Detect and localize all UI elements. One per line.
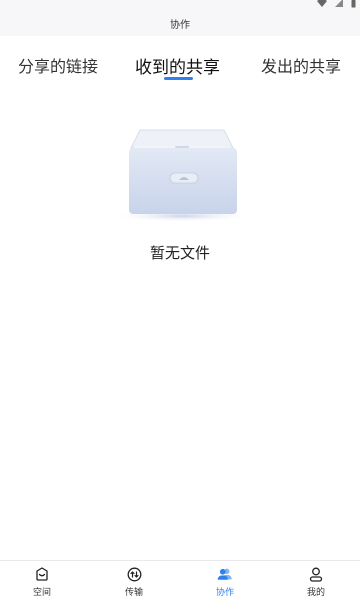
transfer-icon [126,566,142,582]
tab-shared-links[interactable]: 分享的链接 [18,53,98,77]
nav-item-transfer[interactable]: 传输 [104,566,164,600]
nav-label-profile: 我的 [306,588,325,598]
user-icon [308,566,324,582]
empty-box-icon [110,129,254,222]
tab-bar: 分享的链接 收到的共享 发出的共享 [0,46,360,86]
nav-item-profile[interactable]: 我的 [286,566,346,600]
bottom-navigation: 空间 传输 协作 我的 [0,560,360,600]
status-icons [317,0,356,8]
wifi-icon [317,0,327,7]
app-header: 协作 [0,8,360,36]
empty-state-message: 暂无文件 [149,244,210,262]
nav-label-collaborate: 协作 [215,588,234,598]
nav-label-space: 空间 [32,588,51,598]
nav-item-collaborate[interactable]: 协作 [195,566,255,600]
space-icon [34,566,50,582]
tab-received-shares[interactable]: 收到的共享 [135,53,220,78]
status-bar [0,0,360,8]
nav-item-space[interactable]: 空间 [12,566,72,600]
collaborate-icon [217,566,233,582]
battery-icon [351,0,356,7]
active-tab-indicator [164,77,193,80]
tab-sent-shares[interactable]: 发出的共享 [261,53,341,77]
signal-icon [335,0,343,7]
page-title: 协作 [170,20,190,31]
nav-label-transfer: 传输 [124,588,143,598]
